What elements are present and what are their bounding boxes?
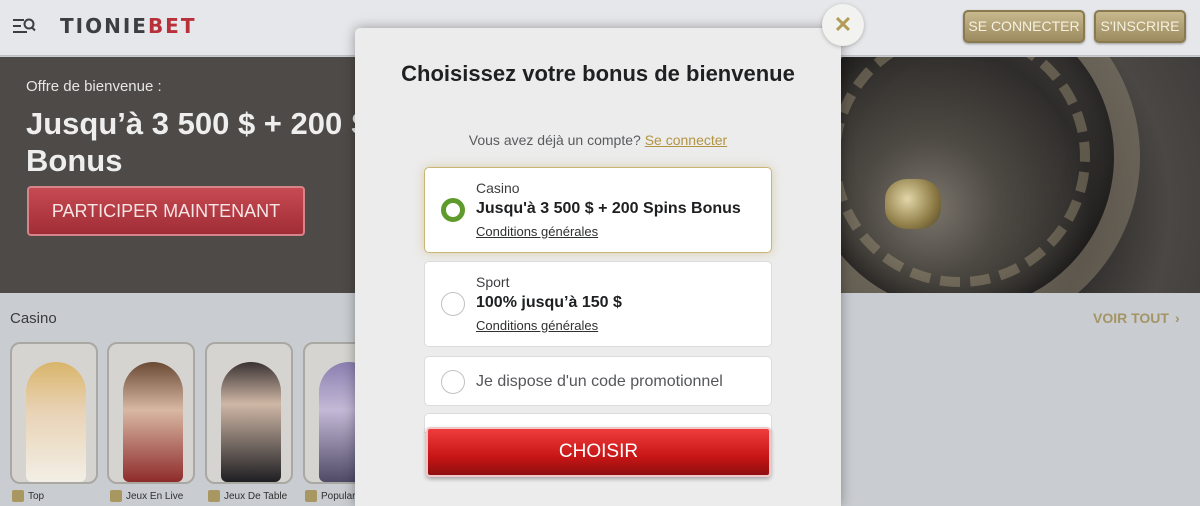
category-top[interactable]: Top (12, 490, 44, 502)
radio-empty-icon[interactable] (441, 370, 465, 394)
cards-icon (110, 490, 122, 502)
promo-code-label: Je dispose d'un code promotionnel (476, 373, 723, 390)
chips-icon (208, 490, 220, 502)
account-question: Vous avez déjà un compte? (468, 132, 641, 148)
game-artwork (221, 362, 281, 482)
game-artwork (123, 362, 183, 482)
category-label: Popular (321, 490, 356, 502)
modal-title: Choisissez votre bonus de bienvenue (401, 61, 795, 86)
option-amount: 100% jusqu’à 150 $ (476, 294, 622, 311)
trophy-icon (305, 490, 317, 502)
casino-section-title: Casino (10, 310, 57, 327)
banner-ornament (885, 179, 941, 229)
participate-button[interactable]: PARTICIPER MAINTENANT (27, 186, 305, 236)
option-category: Casino (476, 180, 520, 196)
crown-icon (12, 490, 24, 502)
category-live[interactable]: Jeux En Live (110, 490, 183, 502)
modal-login-link[interactable]: Se connecter (645, 132, 728, 148)
site-logo[interactable]: TIONIEBET (60, 14, 197, 38)
category-table[interactable]: Jeux De Table (208, 490, 287, 502)
game-artwork (26, 362, 86, 482)
logo-main-text: TIONIE (60, 14, 148, 38)
category-label: Jeux De Table (224, 490, 288, 502)
bonus-option-sport[interactable]: Sport 100% jusqu’à 150 $ Conditions géné… (424, 261, 772, 347)
radio-empty-icon[interactable] (441, 292, 465, 316)
close-icon[interactable]: ✕ (822, 4, 864, 46)
terms-link[interactable]: Conditions générales (476, 318, 598, 333)
category-label: Jeux En Live (126, 490, 184, 502)
choose-button[interactable]: CHOISIR (426, 427, 771, 477)
category-label: Top (28, 490, 45, 502)
register-button[interactable]: S'INSCRIRE (1094, 10, 1186, 43)
game-tile[interactable] (10, 342, 98, 484)
option-category: Sport (476, 274, 510, 290)
modal-subtitle: Vous avez déjà un compte? Se connecter (355, 132, 841, 148)
game-tile[interactable] (205, 342, 293, 484)
see-all-link[interactable]: VOIR TOUT › (1093, 310, 1180, 326)
offer-label: Offre de bienvenue : (26, 78, 162, 95)
login-button[interactable]: SE CONNECTER (963, 10, 1085, 43)
option-amount: Jusqu'à 3 500 $ + 200 Spins Bonus (476, 200, 741, 217)
promo-code-option[interactable]: Je dispose d'un code promotionnel (424, 356, 772, 406)
bonus-option-casino[interactable]: Casino Jusqu'à 3 500 $ + 200 Spins Bonus… (424, 167, 772, 253)
logo-accent-text: BET (147, 14, 197, 38)
radio-selected-icon[interactable] (441, 198, 465, 222)
bonus-modal: Choisissez votre bonus de bienvenue Vous… (355, 28, 841, 506)
terms-link[interactable]: Conditions générales (476, 224, 598, 239)
category-popular[interactable]: Popular (305, 490, 355, 502)
see-all-label: VOIR TOUT (1093, 310, 1169, 326)
chevron-right-icon: › (1174, 310, 1180, 326)
menu-search-icon[interactable] (12, 16, 36, 38)
game-tile[interactable] (107, 342, 195, 484)
